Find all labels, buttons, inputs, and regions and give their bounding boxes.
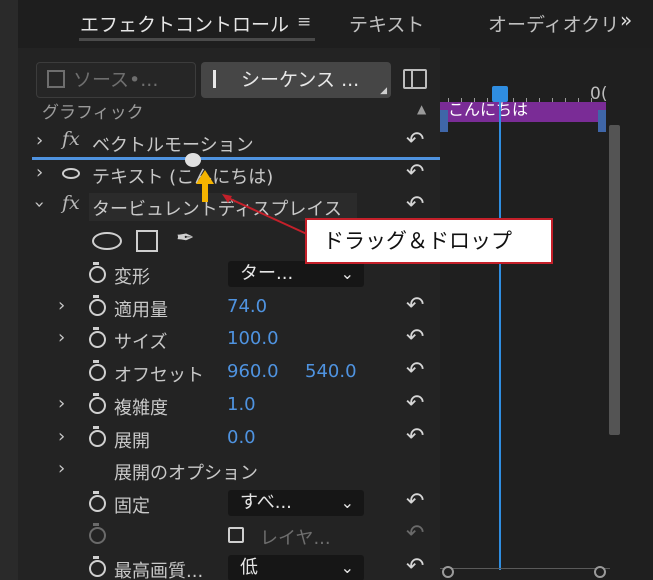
- drag-cursor-icon: [185, 153, 201, 167]
- drag-arrow-icon: [196, 170, 214, 202]
- annotation-overlay: [185, 153, 321, 241]
- drag-drop-callout: ドラッグ＆ドロップ: [305, 218, 553, 264]
- callout-pointer-head: [222, 194, 232, 203]
